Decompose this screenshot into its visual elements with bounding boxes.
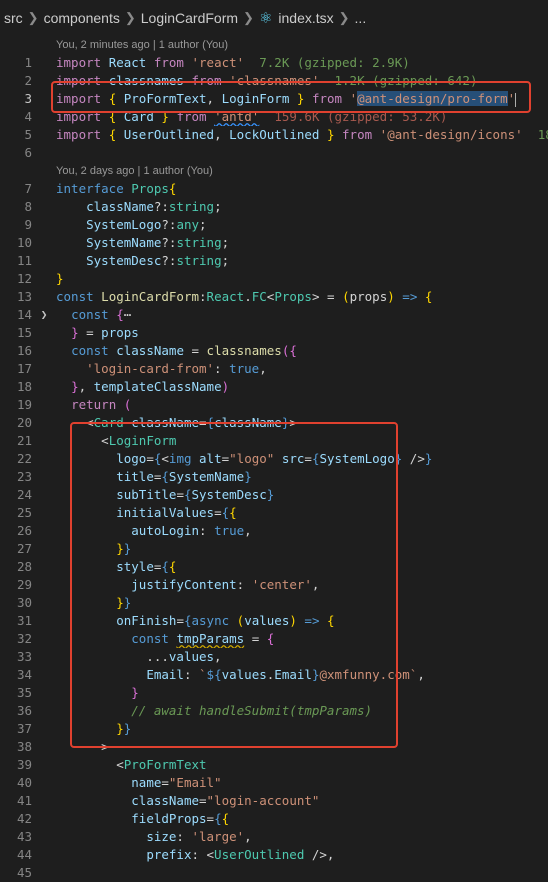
codelens-author[interactable]: You, 2 days ago | 1 author (You) bbox=[0, 162, 548, 180]
line-number: 44 bbox=[16, 847, 32, 862]
breadcrumb-logincardform[interactable]: LoginCardForm bbox=[141, 10, 238, 26]
code-line[interactable]: 39 <ProFormText bbox=[0, 756, 548, 774]
line-number: 4 bbox=[24, 109, 32, 124]
line-number: 30 bbox=[16, 595, 32, 610]
line-number: 36 bbox=[16, 703, 32, 718]
line-number: 39 bbox=[16, 757, 32, 772]
chevron-right-icon: ❯ bbox=[27, 10, 39, 25]
code-line[interactable]: 6 bbox=[0, 144, 548, 162]
line-number: 29 bbox=[16, 577, 32, 592]
line-number: 6 bbox=[24, 145, 32, 160]
breadcrumb: src ❯ components ❯ LoginCardForm ❯ ⚛ ind… bbox=[0, 0, 548, 36]
line-number: 31 bbox=[16, 613, 32, 628]
code-line[interactable]: 18 }, templateClassName) bbox=[0, 378, 548, 396]
line-number: 43 bbox=[16, 829, 32, 844]
react-file-icon: ⚛ bbox=[258, 10, 273, 27]
code-line[interactable]: 41 className="login-account" bbox=[0, 792, 548, 810]
line-number: 33 bbox=[16, 649, 32, 664]
line-number: 28 bbox=[16, 559, 32, 574]
code-line[interactable]: 15 } = props bbox=[0, 324, 548, 342]
chevron-right-icon: ❯ bbox=[338, 10, 350, 25]
breadcrumb-components[interactable]: components bbox=[44, 10, 120, 26]
line-number: 26 bbox=[16, 523, 32, 538]
line-number: 2 bbox=[24, 73, 32, 88]
breadcrumb-symbol[interactable]: ... bbox=[355, 10, 367, 26]
highlight-box-import bbox=[51, 81, 531, 113]
line-number: 1 bbox=[24, 55, 32, 70]
code-line[interactable]: 9 SystemLogo?:any; bbox=[0, 216, 548, 234]
line-number: 13 bbox=[16, 289, 32, 304]
line-number: 40 bbox=[16, 775, 32, 790]
import-cost-hint: 18K bbox=[537, 127, 548, 142]
code-line[interactable]: 8 className?:string; bbox=[0, 198, 548, 216]
line-number: 19 bbox=[16, 397, 32, 412]
line-number: 8 bbox=[24, 199, 32, 214]
line-number: 34 bbox=[16, 667, 32, 682]
line-number: 21 bbox=[16, 433, 32, 448]
code-line[interactable]: 42 fieldProps={{ bbox=[0, 810, 548, 828]
line-number: 9 bbox=[24, 217, 32, 232]
codelens-author[interactable]: You, 2 minutes ago | 1 author (You) bbox=[0, 36, 548, 54]
line-number: 11 bbox=[16, 253, 32, 268]
line-number: 20 bbox=[16, 415, 32, 430]
line-number: 14 bbox=[16, 307, 32, 322]
line-number: 5 bbox=[24, 127, 32, 142]
line-number: 12 bbox=[16, 271, 32, 286]
code-line[interactable]: 1 import React from 'react' 7.2K (gzipped… bbox=[0, 54, 548, 72]
line-number: 3 bbox=[24, 91, 32, 106]
line-number: 35 bbox=[16, 685, 32, 700]
code-line[interactable]: 10 SystemName?:string; bbox=[0, 234, 548, 252]
line-number: 22 bbox=[16, 451, 32, 466]
line-number: 32 bbox=[16, 631, 32, 646]
code-line[interactable]: 45 bbox=[0, 864, 548, 882]
line-number: 42 bbox=[16, 811, 32, 826]
line-number: 7 bbox=[24, 181, 32, 196]
chevron-right-icon: ❯ bbox=[124, 10, 136, 25]
chevron-right-icon: ❯ bbox=[243, 10, 254, 25]
line-number: 38 bbox=[16, 739, 32, 754]
code-line[interactable]: 44 prefix: <UserOutlined />, bbox=[0, 846, 548, 864]
line-number: 10 bbox=[16, 235, 32, 250]
code-line[interactable]: 12} bbox=[0, 270, 548, 288]
line-number: 41 bbox=[16, 793, 32, 808]
line-number: 15 bbox=[16, 325, 32, 340]
code-line[interactable]: 19 return ( bbox=[0, 396, 548, 414]
code-line[interactable]: 16 const className = classnames({ bbox=[0, 342, 548, 360]
code-line[interactable]: 40 name="Email" bbox=[0, 774, 548, 792]
code-line[interactable]: 13 const LoginCardForm:React.FC<Props> = … bbox=[0, 288, 548, 306]
breadcrumb-src[interactable]: src bbox=[4, 10, 23, 26]
line-number: 23 bbox=[16, 469, 32, 484]
import-cost-hint: 7.2K (gzipped: 2.9K) bbox=[259, 55, 410, 70]
chevron-right-icon[interactable]: ❯ bbox=[32, 306, 56, 324]
code-line[interactable]: 14 ❯ const {⋯ bbox=[0, 306, 548, 324]
breadcrumb-file[interactable]: index.tsx bbox=[278, 10, 333, 26]
line-number: 17 bbox=[16, 361, 32, 376]
line-number: 24 bbox=[16, 487, 32, 502]
highlight-box-loginform bbox=[70, 422, 398, 748]
code-editor[interactable]: You, 2 minutes ago | 1 author (You) 1 imp… bbox=[0, 36, 548, 880]
code-line[interactable]: 11 SystemDesc?:string; bbox=[0, 252, 548, 270]
line-number: 45 bbox=[16, 865, 32, 880]
code-line[interactable]: 17 'login-card-from': true, bbox=[0, 360, 548, 378]
line-number: 25 bbox=[16, 505, 32, 520]
code-line[interactable]: 43 size: 'large', bbox=[0, 828, 548, 846]
line-number: 27 bbox=[16, 541, 32, 556]
line-number: 37 bbox=[16, 721, 32, 736]
code-line[interactable]: 5 import { UserOutlined, LockOutlined } f… bbox=[0, 126, 548, 144]
line-number: 16 bbox=[16, 343, 32, 358]
code-line[interactable]: 7 interface Props{ bbox=[0, 180, 548, 198]
line-number: 18 bbox=[16, 379, 32, 394]
